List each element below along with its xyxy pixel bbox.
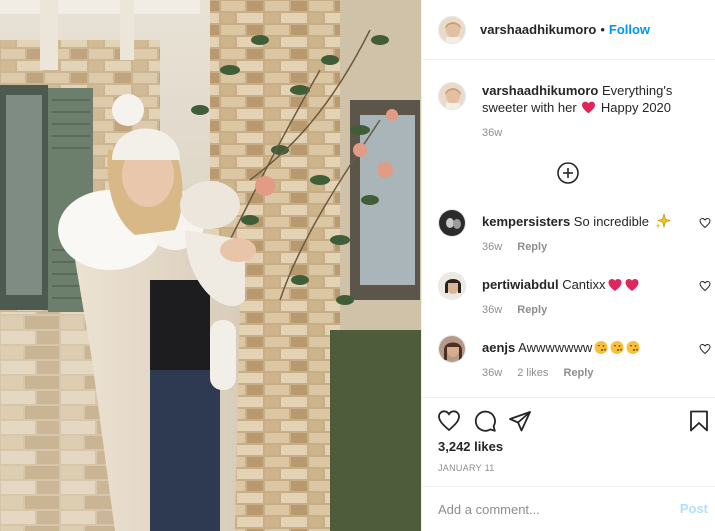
comment-text: So incredible [573, 214, 649, 229]
comment-avatar[interactable] [438, 209, 466, 237]
red-heart-emoji-icon [582, 101, 596, 114]
post-photo[interactable] [0, 0, 421, 531]
post-caption: varshaadhikumoro Everything's sweeter wi… [438, 82, 708, 139]
comment-icon[interactable] [473, 409, 497, 433]
comment-avatar[interactable] [438, 335, 466, 363]
comment-input[interactable] [438, 499, 658, 519]
reply-button[interactable]: Reply [517, 304, 547, 316]
two-red-hearts-emoji-icon [608, 279, 639, 291]
sparkles-emoji-icon [655, 213, 671, 229]
follow-button[interactable]: Follow [609, 22, 650, 37]
plus-circle-icon [557, 162, 579, 184]
post-image [0, 0, 421, 531]
comment-avatar[interactable] [438, 272, 466, 300]
caption-time[interactable]: 36w [482, 127, 702, 139]
comment-time[interactable]: 36w [482, 367, 502, 379]
avatar[interactable] [438, 15, 466, 44]
post-header: varshaadhikumoro • Follow [422, 0, 715, 60]
comment-username[interactable]: pertiwiabdul [482, 277, 559, 292]
post-actions-bar [422, 397, 715, 443]
blowing-kiss-emoji-icon [594, 341, 640, 354]
caption-avatar[interactable] [438, 82, 466, 110]
reply-button[interactable]: Reply [564, 367, 594, 379]
comment-text: Awwwwwww [518, 340, 593, 355]
likes-count[interactable]: 3,242 likes [438, 439, 503, 454]
bookmark-icon[interactable] [687, 409, 711, 433]
comment-time[interactable]: 36w [482, 241, 502, 253]
comment-like-heart-icon[interactable] [699, 217, 711, 229]
comment-username[interactable]: aenjs [482, 340, 515, 355]
add-comment-bar: Post [422, 486, 715, 531]
comment-like-heart-icon[interactable] [699, 280, 711, 292]
post-comment-button[interactable]: Post [680, 501, 708, 516]
comment-item: aenjs Awwwwwww 36w 2 likes Reply [438, 335, 711, 379]
post-side-panel: varshaadhikumoro • Follow varshaadhikumo… [421, 0, 715, 531]
comment-text: Cantixx [562, 277, 606, 292]
comment-username[interactable]: kempersisters [482, 214, 570, 229]
load-more-comments-button[interactable] [556, 161, 580, 185]
caption-text-end: Happy 2020 [600, 100, 672, 115]
reply-button[interactable]: Reply [517, 241, 547, 253]
comment-time[interactable]: 36w [482, 304, 502, 316]
paper-plane-icon[interactable] [508, 409, 532, 433]
caption-text: varshaadhikumoro Everything's sweeter wi… [482, 82, 702, 116]
comment-likes[interactable]: 2 likes [517, 367, 548, 379]
separator-dot: • [600, 22, 605, 37]
caption-username[interactable]: varshaadhikumoro [482, 83, 598, 98]
username-link[interactable]: varshaadhikumoro [480, 22, 596, 37]
heart-icon[interactable] [437, 409, 461, 433]
post-date[interactable]: JANUARY 11 [438, 463, 495, 473]
comment-item: kempersisters So incredible 36w Reply [438, 209, 711, 253]
comment-item: pertiwiabdul Cantixx 36w Reply [438, 272, 711, 316]
instagram-post: varshaadhikumoro • Follow varshaadhikumo… [0, 0, 715, 531]
comment-like-heart-icon[interactable] [699, 343, 711, 355]
